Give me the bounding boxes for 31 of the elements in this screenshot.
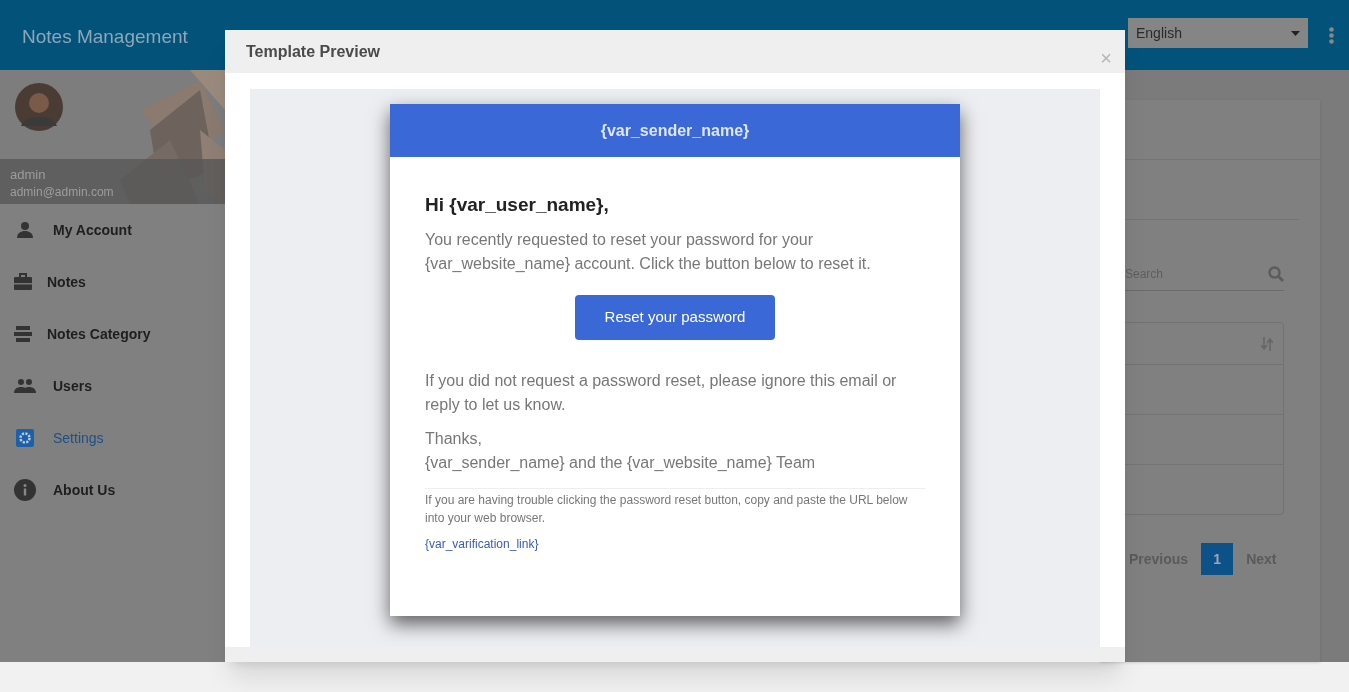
- search-icon: [1268, 266, 1284, 282]
- trouble-text: If you are having trouble clicking the password reset button, copy and paste the URL below into your web browser.: [425, 491, 909, 527]
- more-icon[interactable]: [1328, 27, 1335, 44]
- sidebar-item[interactable]: Notes Category: [47, 323, 151, 345]
- reset-button[interactable]: Reset your password: [575, 294, 775, 340]
- settings-icon: [16, 429, 34, 447]
- page-number[interactable]: 1: [1201, 543, 1234, 575]
- sidebar-item[interactable]: My Account: [53, 219, 132, 241]
- user-email: admin@admin.com: [10, 184, 114, 201]
- signature-text: {var_sender_name} and the {var_website_name} Team: [425, 452, 817, 473]
- stack-icon: [13, 325, 33, 343]
- sidebar-item[interactable]: About Us: [53, 479, 116, 501]
- person-icon: [16, 221, 34, 239]
- thanks-text: Thanks,: [425, 428, 483, 449]
- sidebar-item[interactable]: Settings: [53, 427, 104, 449]
- caret-icon: [1291, 30, 1300, 36]
- sidebar-item[interactable]: Users: [53, 375, 92, 397]
- language-select[interactable]: English: [1128, 18, 1308, 48]
- users-icon: [14, 378, 36, 394]
- ignore-text: If you did not request a password reset, please ignore this email or reply to let us know.: [425, 370, 898, 415]
- app-title: Notes Management: [22, 25, 188, 49]
- info-icon: [14, 479, 36, 501]
- sidebar-item[interactable]: Notes: [47, 271, 86, 293]
- greeting: Hi {var_user_name},: [425, 193, 610, 217]
- intro-text: You recently requested to reset your password for your {var_website_name} account. Click the button below to reset it.: [425, 229, 872, 274]
- briefcase-icon: [13, 273, 33, 291]
- sort-icon[interactable]: [1261, 336, 1273, 351]
- verification-link[interactable]: {var_varification_link}: [425, 534, 539, 553]
- sender-name: {var_sender_name}: [600, 120, 750, 141]
- modal-title: Template Preview: [246, 41, 380, 62]
- user-name: admin: [10, 166, 46, 184]
